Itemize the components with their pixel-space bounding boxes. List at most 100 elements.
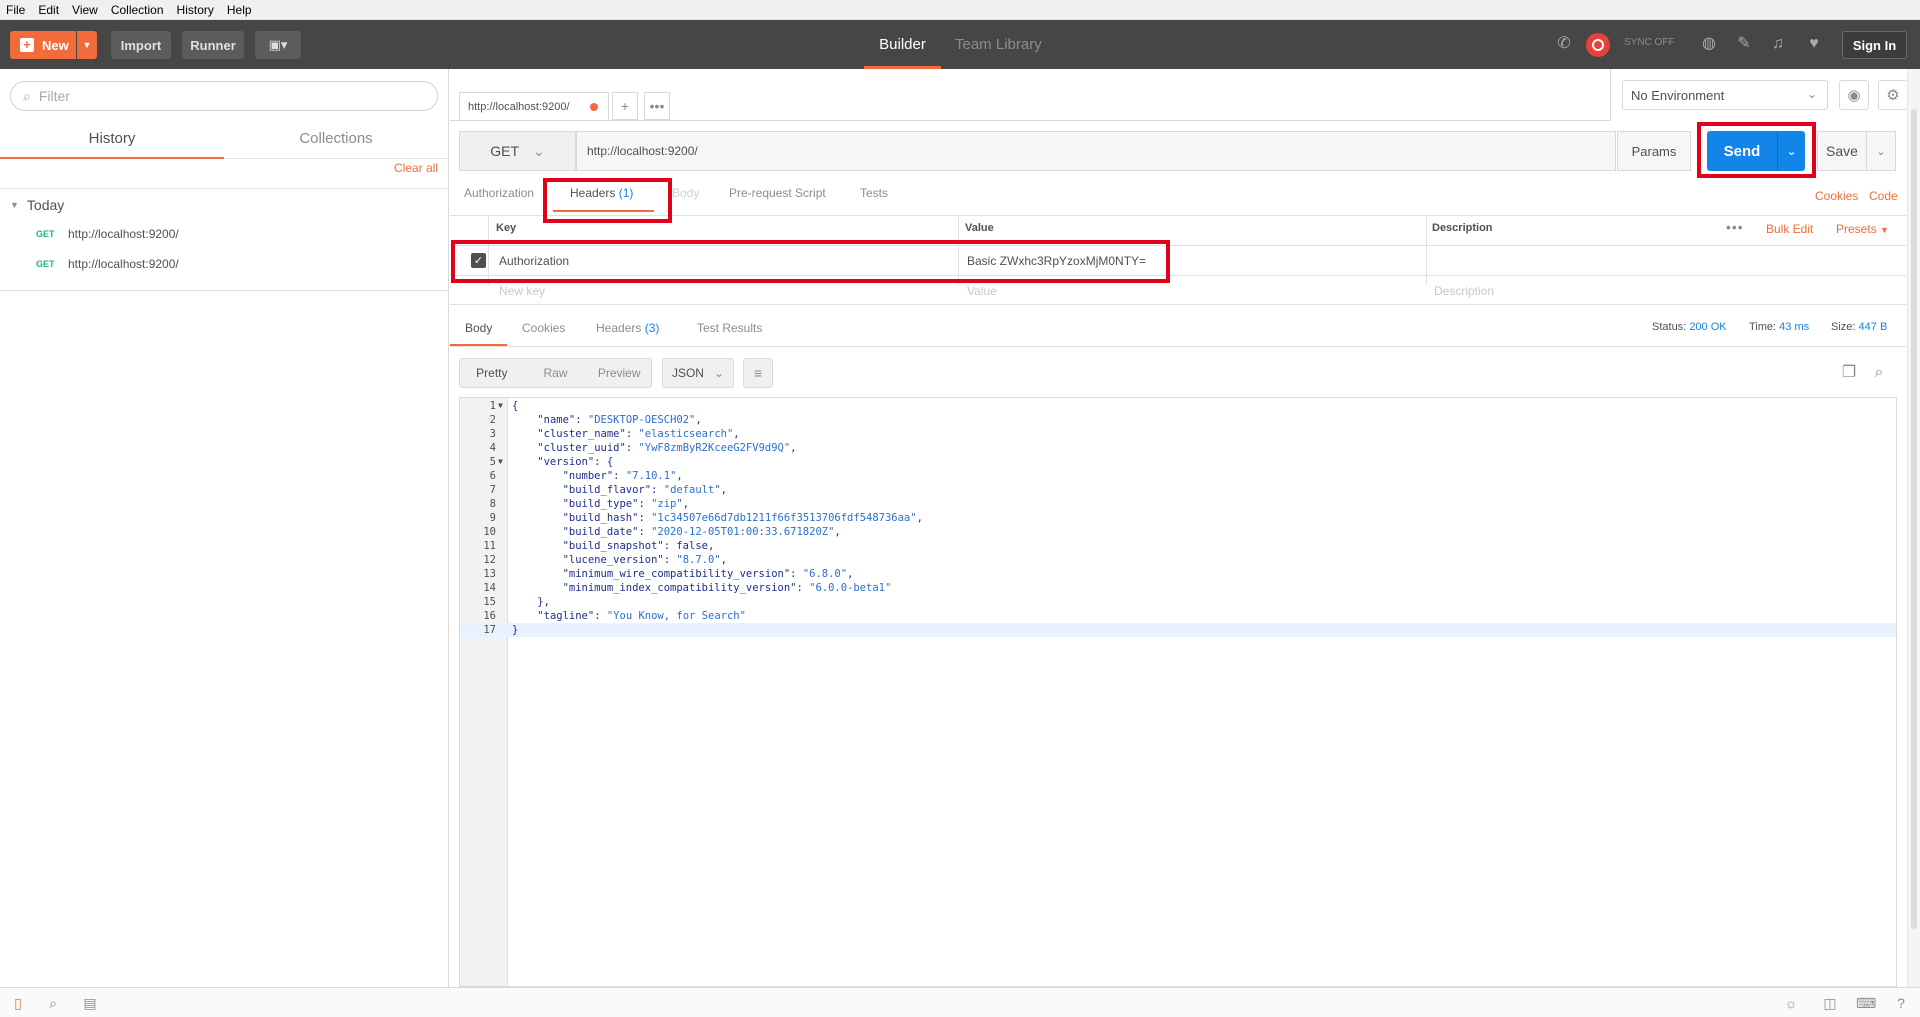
menu-file[interactable]: File — [6, 3, 25, 17]
tab-tests[interactable]: Tests — [860, 186, 888, 200]
code-text: "build_type": "zip", — [562, 498, 690, 510]
fold-toggle-icon[interactable]: ▼ — [498, 399, 503, 413]
history-group-today[interactable]: ▼ Today — [10, 197, 64, 213]
view-raw-button[interactable]: Raw — [524, 366, 588, 380]
save-dropdown-button[interactable]: ⌄ — [1866, 131, 1896, 171]
menu-collection[interactable]: Collection — [111, 3, 164, 17]
menu-history[interactable]: History — [177, 3, 214, 17]
code-text: "build_date": "2020-12-05T01:00:33.67182… — [562, 526, 841, 538]
menu-edit[interactable]: Edit — [38, 3, 59, 17]
sync-status-icon[interactable] — [1586, 33, 1610, 57]
column-header-key: Key — [496, 222, 517, 234]
keyboard-icon[interactable]: ⌨ — [1856, 994, 1876, 1012]
line-number: 11 — [483, 540, 496, 552]
save-button[interactable]: Save — [1817, 131, 1867, 171]
line-number: 17 — [483, 624, 496, 636]
eye-icon[interactable]: ◉ — [1839, 80, 1869, 110]
code-line: 6 "number": "7.10.1", — [460, 469, 1896, 483]
sidebar-toggle-icon[interactable]: ▯ — [9, 994, 27, 1012]
history-item[interactable]: GET http://localhost:9200/ — [36, 254, 179, 274]
code-text: "name": "DESKTOP-OESCH02", — [537, 414, 702, 426]
wrap-lines-button[interactable]: ≡ — [743, 358, 773, 388]
view-preview-button[interactable]: Preview — [587, 366, 651, 380]
new-value-input[interactable]: Value — [967, 284, 997, 298]
console-icon[interactable]: ▤ — [81, 994, 99, 1012]
scrollbar[interactable] — [1907, 69, 1920, 987]
header-key-field[interactable]: Authorization — [499, 254, 569, 268]
status-bar: ▯ ⌕ ▤ ☼ ◫ ⌨ ? — [0, 987, 1920, 1017]
add-tab-button[interactable]: + — [612, 92, 638, 120]
bulk-edit-link[interactable]: Bulk Edit — [1766, 222, 1813, 236]
code-line: 3 "cluster_name": "elasticsearch", — [460, 427, 1896, 441]
new-window-button[interactable]: ▣▾ — [255, 31, 301, 59]
format-select[interactable]: JSON ⌄ — [662, 358, 734, 388]
filter-input[interactable]: ⌕ Filter — [10, 81, 438, 111]
wrench-icon[interactable]: ✎ — [1734, 34, 1754, 54]
send-button[interactable]: Send — [1707, 131, 1777, 171]
new-dropdown-button[interactable]: ▼ — [77, 31, 97, 59]
view-pretty-button[interactable]: Pretty — [460, 366, 524, 380]
response-tab-body[interactable]: Body — [465, 321, 492, 335]
header-enabled-checkbox[interactable]: ✓ — [471, 253, 486, 268]
tab-team-library[interactable]: Team Library — [955, 20, 1042, 69]
new-description-input[interactable]: Description — [1434, 284, 1494, 298]
tab-authorization[interactable]: Authorization — [464, 186, 534, 200]
tab-collections[interactable]: Collections — [224, 119, 448, 159]
response-body-editor[interactable]: 1 ▼{2 "name": "DESKTOP-OESCH02", 3 "cluste… — [459, 397, 1897, 987]
tab-history[interactable]: History — [0, 119, 224, 159]
line-number: 6 — [489, 470, 496, 482]
bell-icon[interactable]: ♫ — [1768, 34, 1788, 54]
environment-select[interactable]: No Environment ⌄ — [1622, 80, 1828, 110]
plus-icon: + — [20, 38, 34, 52]
send-dropdown-button[interactable]: ⌄ — [1777, 131, 1805, 171]
interceptor-icon[interactable]: ◍ — [1699, 34, 1719, 54]
tab-options-button[interactable]: ••• — [644, 92, 670, 120]
divider — [0, 290, 449, 291]
search-icon[interactable]: ⌕ — [44, 994, 62, 1012]
new-key-input[interactable]: New key — [499, 284, 545, 298]
copy-icon[interactable]: ❐ — [1838, 362, 1860, 384]
params-button[interactable]: Params — [1617, 131, 1691, 171]
presets-dropdown[interactable]: Presets ▼ — [1836, 222, 1889, 236]
heart-icon[interactable]: ♥ — [1804, 34, 1824, 54]
code-line: 1 ▼ { — [460, 399, 1896, 413]
new-button[interactable]: + New — [10, 31, 76, 59]
request-tab[interactable]: http://localhost:9200/ — [459, 92, 609, 120]
code-link[interactable]: Code — [1869, 189, 1898, 203]
menu-view[interactable]: View — [72, 3, 98, 17]
response-tab-test-results[interactable]: Test Results — [697, 321, 762, 335]
search-icon[interactable]: ⌕ — [1868, 362, 1890, 384]
sign-in-button[interactable]: Sign In — [1842, 31, 1907, 59]
scroll-thumb[interactable] — [1911, 109, 1917, 929]
history-item[interactable]: GET http://localhost:9200/ — [36, 224, 179, 244]
more-icon[interactable]: ••• — [1726, 219, 1744, 235]
tab-body[interactable]: Body — [672, 186, 699, 200]
divider — [450, 215, 1906, 216]
column-header-description: Description — [1432, 222, 1493, 234]
help-icon[interactable]: ? — [1892, 994, 1910, 1012]
line-number: 7 — [489, 484, 496, 496]
runner-button[interactable]: Runner — [182, 31, 244, 59]
fold-toggle-icon[interactable]: ▼ — [498, 455, 503, 469]
response-tab-cookies[interactable]: Cookies — [522, 321, 565, 335]
lightbulb-icon[interactable]: ☼ — [1782, 994, 1800, 1012]
code-lines: 1 ▼{2 "name": "DESKTOP-OESCH02", 3 "cluste… — [460, 399, 1896, 637]
gear-icon[interactable]: ⚙ — [1878, 80, 1908, 110]
satellite-icon[interactable]: ✆ — [1554, 34, 1574, 54]
response-tab-headers[interactable]: Headers (3) — [596, 321, 659, 335]
url-input[interactable]: http://localhost:9200/ — [576, 131, 1616, 171]
tab-headers[interactable]: Headers (1) — [570, 186, 633, 200]
tab-prerequest-script[interactable]: Pre-request Script — [729, 186, 826, 200]
history-group-label: Today — [26, 197, 65, 213]
import-button[interactable]: Import — [111, 31, 171, 59]
divider — [450, 245, 1906, 246]
method-select[interactable]: GET ⌄ — [459, 131, 576, 171]
size-value: 447 B — [1858, 321, 1888, 333]
header-value-field[interactable]: Basic ZWxhc3RpYzoxMjM0NTY= — [967, 254, 1146, 268]
two-pane-icon[interactable]: ◫ — [1821, 994, 1839, 1012]
clear-all-link[interactable]: Clear all — [394, 161, 438, 175]
cookies-link[interactable]: Cookies — [1815, 189, 1858, 203]
menu-help[interactable]: Help — [227, 3, 252, 17]
tab-builder[interactable]: Builder — [864, 20, 941, 69]
presets-label: Presets — [1836, 222, 1877, 236]
